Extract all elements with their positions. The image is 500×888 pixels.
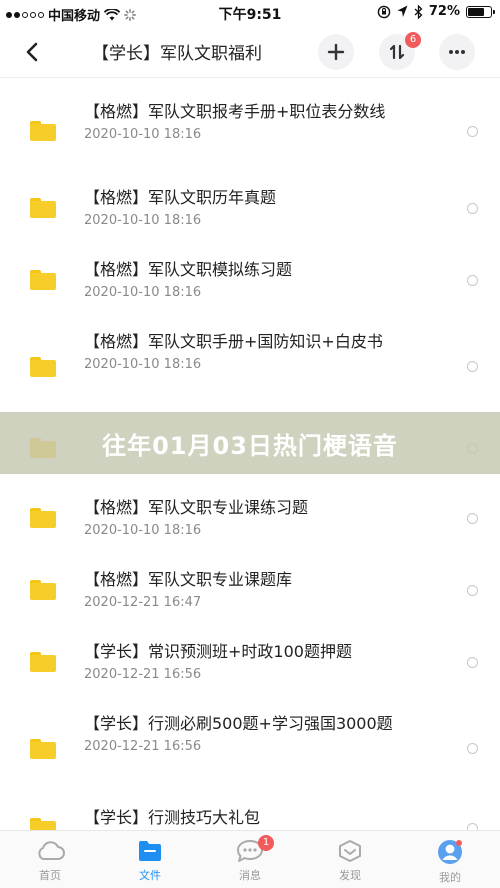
file-date: 2020-10-10 18:16 [84,213,202,228]
select-radio[interactable] [467,203,478,214]
file-date: 2020-12-21 16:47 [84,595,202,610]
folder-icon [30,270,56,290]
tab-messages[interactable]: 1 消息 [200,831,300,888]
folder-icon [30,198,56,218]
select-radio[interactable] [467,513,478,524]
tab-profile[interactable]: 我的 [400,831,500,888]
messages-badge: 1 [258,835,274,851]
app-header: 【学长】军队文职福利 6 [0,26,500,78]
select-radio[interactable] [467,657,478,668]
more-icon [449,50,465,54]
file-date: 2020-10-10 18:16 [84,523,202,538]
file-name: 【学长】行测必刷500题+学习强国3000题 [84,714,393,733]
file-date: 2020-10-10 18:16 [84,127,202,142]
overlay-banner: 往年01月03日热门梗语音 [0,412,500,474]
tab-files[interactable]: 文件 [100,831,200,888]
folder-icon [30,739,56,759]
tab-label: 我的 [439,871,461,884]
file-text: 【格燃】军队文职模拟练习题 2020-10-10 18:16 [84,258,450,300]
file-text: 【格燃】军队文职专业课题库 2020-12-21 16:47 [84,568,450,610]
file-row[interactable]: 【格燃】军队文职报考手册+职位表分数线 2020-10-10 18:16 [0,78,500,172]
file-row[interactable]: 【格燃】军队文职专业课题库 2020-12-21 16:47 [0,554,500,626]
tab-home[interactable]: 首页 [0,831,100,888]
file-name: 【格燃】军队文职专业课题库 [84,570,293,589]
sort-button[interactable]: 6 [379,32,421,70]
file-row[interactable]: 【格燃】军队文职模拟练习题 2020-10-10 18:16 [0,244,500,316]
avatar-icon [438,840,462,864]
select-radio[interactable] [467,823,478,830]
battery-percent: 72% [428,4,460,19]
battery-fill [468,7,484,16]
file-text: 【格燃】军队文职报考手册+职位表分数线 2020-10-10 18:16 [84,100,450,142]
folder-icon [30,818,56,830]
tab-label: 首页 [39,869,61,882]
battery-icon [466,5,495,18]
file-date: 2020-12-21 16:56 [84,739,202,754]
file-text: 【学长】行测技巧大礼包 [84,806,450,830]
select-radio[interactable] [467,361,478,372]
status-right: 72% [377,4,495,19]
file-name: 【学长】行测技巧大礼包 [84,808,261,827]
file-text: 【格燃】军队文职专业课练习题 2020-10-10 18:16 [84,496,450,538]
chevron-left-icon [26,42,38,62]
select-radio[interactable] [467,126,478,137]
file-row[interactable]: 【格燃】军队文职专业课练习题 2020-10-10 18:16 [0,482,500,554]
file-date: 2020-10-10 18:16 [84,357,202,372]
folder-icon [30,652,56,672]
folder-icon [30,580,56,600]
bluetooth-icon [414,4,423,19]
file-text: 【学长】行测必刷500题+学习强国3000题 2020-12-21 16:56 [84,712,450,754]
sort-badge: 6 [405,32,421,48]
file-name: 【格燃】军队文职专业课练习题 [84,498,309,517]
page-title: 【学长】军队文职福利 [92,44,262,64]
select-radio[interactable] [467,585,478,596]
bottom-tab-bar: 首页 文件 1 消息 发现 我的 [0,830,500,888]
file-row[interactable]: 【格燃】军队文职历年真题 2020-10-10 18:16 [0,172,500,244]
location-arrow-icon [397,5,408,17]
file-text: 【学长】常识预测班+时政100题押题 2020-12-21 16:56 [84,640,450,682]
select-radio[interactable] [467,743,478,754]
file-row[interactable]: 【学长】常识预测班+时政100题押题 2020-12-21 16:56 [0,626,500,698]
more-button[interactable] [439,34,475,70]
file-date: 2020-12-21 16:56 [84,667,202,682]
add-button[interactable] [318,34,354,70]
folder-icon [30,121,56,141]
file-text: 【格燃】军队文职历年真题 2020-10-10 18:16 [84,186,450,228]
tab-label: 发现 [339,869,361,882]
file-name: 【格燃】军队文职模拟练习题 [84,260,293,279]
tab-discover[interactable]: 发现 [300,831,400,888]
file-row[interactable]: 【学长】行测必刷500题+学习强国3000题 2020-12-21 16:56 [0,698,500,792]
file-date: 2020-10-10 18:16 [84,285,202,300]
folder-icon [30,508,56,528]
file-row[interactable]: 【格燃】军队文职手册+国防知识+白皮书 2020-10-10 18:16 [0,316,500,410]
status-bar: 中国移动 下午9:51 72% [0,0,500,26]
back-button[interactable] [18,38,46,66]
file-name: 【格燃】军队文职手册+国防知识+白皮书 [84,332,383,351]
file-name: 【学长】常识预测班+时政100题押题 [84,642,352,661]
tab-label: 消息 [239,869,261,882]
folder-icon [30,357,56,377]
plus-icon [327,43,345,61]
tab-label: 文件 [139,869,161,882]
overlay-text: 往年01月03日热门梗语音 [102,431,398,460]
folder-icon [139,841,161,861]
sort-icon [389,44,405,60]
cloud-home-icon [38,841,65,860]
file-name: 【格燃】军队文职历年真题 [84,188,277,207]
select-radio[interactable] [467,275,478,286]
file-name: 【格燃】军队文职报考手册+职位表分数线 [84,102,386,121]
file-row[interactable]: 【学长】行测技巧大礼包 [0,792,500,830]
orientation-lock-icon [377,5,391,18]
discover-icon [339,840,361,862]
file-text: 【格燃】军队文职手册+国防知识+白皮书 2020-10-10 18:16 [84,330,450,372]
